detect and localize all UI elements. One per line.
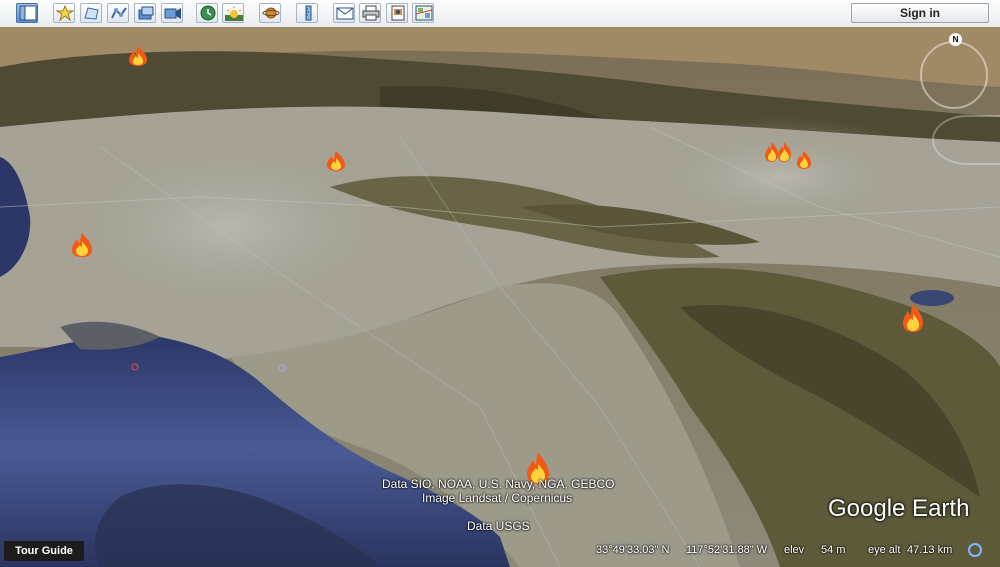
ruler-icon bbox=[305, 5, 312, 21]
sidebar-toggle-button[interactable] bbox=[16, 3, 38, 23]
imagery-credit-data: Data SIO, NOAA, U.S. Navy, NGA, GEBCO bbox=[382, 477, 615, 491]
fire-marker[interactable] bbox=[69, 232, 95, 258]
add-overlay-button[interactable] bbox=[134, 3, 156, 23]
elevation-value: 54 m bbox=[821, 544, 846, 556]
eye-altitude-label: eye alt bbox=[868, 544, 901, 556]
navigation-compass[interactable] bbox=[920, 41, 988, 109]
save-image-button[interactable] bbox=[386, 3, 408, 23]
record-tour-icon bbox=[164, 8, 181, 19]
eye-altitude-value: 47.13 km bbox=[907, 544, 953, 556]
record-tour-button[interactable] bbox=[161, 3, 183, 23]
historical-imagery-button[interactable] bbox=[196, 3, 218, 23]
add-placemark-icon bbox=[56, 5, 74, 21]
elevation-label: elev bbox=[784, 544, 805, 556]
google-earth-logo: Google Earth bbox=[828, 495, 970, 522]
toolbar: Sign in bbox=[0, 0, 1000, 28]
map-viewport[interactable]: N Data SIO, NOAA, U.S. Navy, NGA, GEBCO … bbox=[0, 27, 1000, 567]
fire-marker[interactable] bbox=[900, 303, 926, 333]
streaming-progress-icon bbox=[968, 543, 982, 557]
ruler-button[interactable] bbox=[296, 3, 318, 23]
fire-marker[interactable] bbox=[125, 45, 151, 67]
latitude-readout: 33°49'33.03" N bbox=[596, 544, 670, 556]
email-button[interactable] bbox=[333, 3, 355, 23]
sidebar-toggle-icon bbox=[19, 5, 37, 21]
fire-marker[interactable] bbox=[794, 150, 814, 170]
fire-marker[interactable] bbox=[324, 150, 348, 172]
zoom-control[interactable] bbox=[932, 115, 1000, 165]
add-overlay-icon bbox=[138, 6, 154, 20]
view-in-maps-button[interactable] bbox=[412, 3, 434, 23]
print-icon bbox=[362, 5, 380, 21]
imagery-credit-image: Image Landsat / Copernicus bbox=[422, 491, 573, 505]
tour-guide-button[interactable]: Tour Guide bbox=[4, 541, 84, 561]
add-path-button[interactable] bbox=[107, 3, 129, 23]
fire-marker[interactable] bbox=[764, 140, 792, 164]
historical-imagery-icon bbox=[200, 5, 216, 21]
email-icon bbox=[336, 7, 354, 20]
planets-icon bbox=[262, 7, 280, 19]
sunlight-button[interactable] bbox=[222, 3, 244, 23]
save-image-icon bbox=[391, 5, 405, 21]
longitude-readout: 117°52'31.88" W bbox=[686, 544, 768, 556]
sign-in-button[interactable]: Sign in bbox=[851, 3, 989, 23]
imagery-credit-usgs: Data USGS bbox=[467, 519, 530, 533]
planets-button[interactable] bbox=[259, 3, 281, 23]
add-polygon-button[interactable] bbox=[80, 3, 102, 23]
add-path-icon bbox=[111, 7, 127, 19]
add-placemark-button[interactable] bbox=[53, 3, 75, 23]
sunlight-icon bbox=[225, 6, 243, 21]
view-in-maps-icon bbox=[415, 5, 433, 21]
add-polygon-icon bbox=[84, 7, 99, 20]
north-indicator[interactable]: N bbox=[949, 33, 962, 46]
print-button[interactable] bbox=[359, 3, 381, 23]
